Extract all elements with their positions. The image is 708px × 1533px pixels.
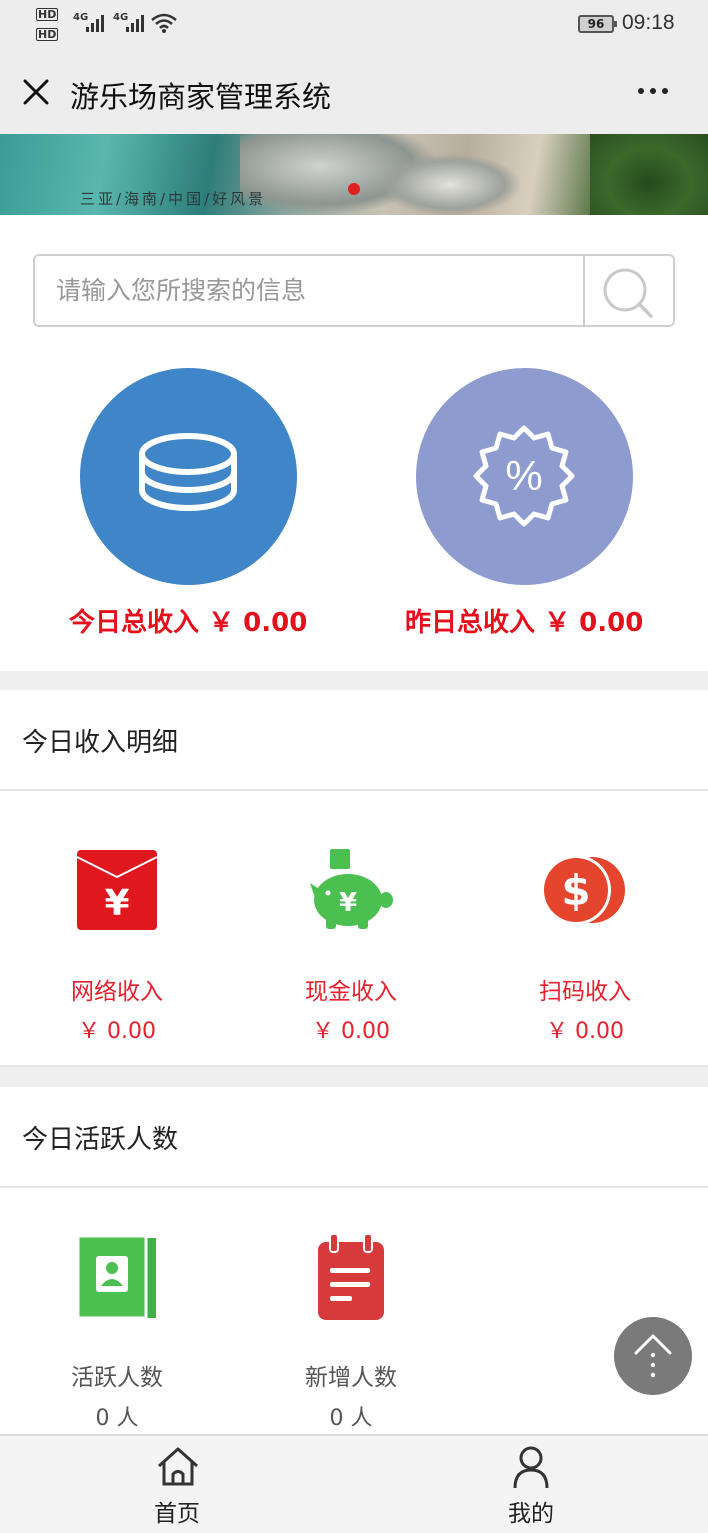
yesterday-income-value: ￥ 0.00 bbox=[544, 608, 644, 638]
clock: 09:18 bbox=[622, 11, 675, 34]
active-users-label: 活跃人数 bbox=[71, 1365, 163, 1391]
cash-income-label: 现金收入 bbox=[305, 979, 397, 1005]
network-income-label: 网络收入 bbox=[71, 979, 163, 1005]
today-income-label: 今日总收入 bbox=[69, 608, 200, 638]
today-income-value: ￥ 0.00 bbox=[208, 608, 308, 638]
svg-text:¥: ¥ bbox=[339, 888, 357, 918]
more-menu-icon[interactable] bbox=[638, 88, 678, 98]
new-users-label: 新增人数 bbox=[305, 1365, 397, 1391]
tab-mine-label: 我的 bbox=[508, 1501, 554, 1527]
back-to-top-button[interactable] bbox=[614, 1317, 692, 1395]
page-title: 游乐场商家管理系统 bbox=[70, 80, 332, 114]
search-button[interactable] bbox=[583, 256, 673, 325]
active-users-value: 0 人 bbox=[95, 1406, 139, 1431]
hd-icon: HD bbox=[36, 28, 59, 41]
scan-income-label: 扫码收入 bbox=[539, 979, 631, 1005]
cash-income-value: ￥ 0.00 bbox=[312, 1019, 390, 1044]
network-income-value: ￥ 0.00 bbox=[78, 1019, 156, 1044]
divider bbox=[0, 789, 708, 791]
carousel-indicator[interactable] bbox=[348, 183, 360, 195]
yesterday-income-circle[interactable]: % bbox=[416, 368, 633, 585]
divider bbox=[0, 1186, 708, 1188]
status-bar: HD HD 4G 4G 96 09:18 bbox=[0, 0, 708, 50]
tab-home[interactable]: 首页 bbox=[117, 1436, 237, 1533]
search-icon bbox=[603, 268, 653, 318]
bottom-tab-bar: 首页 我的 bbox=[0, 1434, 708, 1533]
battery-indicator: 96 bbox=[578, 15, 617, 33]
section-divider bbox=[0, 1067, 708, 1087]
today-income-circle[interactable] bbox=[80, 368, 297, 585]
wifi-icon bbox=[151, 13, 177, 33]
svg-text:¥: ¥ bbox=[104, 883, 129, 924]
coin-stack-icon bbox=[139, 433, 237, 511]
nav-bar: 游乐场商家管理系统 bbox=[0, 50, 708, 134]
search-input[interactable] bbox=[35, 256, 583, 325]
banner-image[interactable]: 三亚/海南/中国/好风景 bbox=[0, 134, 708, 215]
dollar-coins-icon[interactable]: $ bbox=[538, 845, 628, 935]
notepad-icon[interactable] bbox=[306, 1232, 396, 1322]
contact-card-icon[interactable] bbox=[72, 1232, 162, 1322]
svg-text:$: $ bbox=[561, 866, 590, 915]
yesterday-total-income: 昨日总收入 ￥ 0.00 bbox=[405, 602, 643, 639]
income-section-title: 今日收入明细 bbox=[22, 728, 179, 758]
close-icon[interactable] bbox=[20, 76, 52, 108]
hd-icon: HD bbox=[36, 8, 59, 21]
scan-income-value: ￥ 0.00 bbox=[546, 1019, 624, 1044]
tab-mine[interactable]: 我的 bbox=[471, 1436, 591, 1533]
tab-home-label: 首页 bbox=[154, 1501, 200, 1527]
home-icon bbox=[157, 1447, 199, 1486]
today-total-income: 今日总收入 ￥ 0.00 bbox=[69, 602, 307, 639]
red-envelope-icon[interactable]: ¥ bbox=[72, 845, 162, 935]
new-users-value: 0 人 bbox=[329, 1406, 373, 1431]
arrow-up-icon bbox=[634, 1334, 672, 1378]
svg-text:%: % bbox=[505, 452, 542, 499]
active-section-title: 今日活跃人数 bbox=[22, 1125, 179, 1155]
discount-badge-icon: % bbox=[473, 425, 575, 527]
piggy-bank-icon[interactable]: ¥ bbox=[306, 845, 396, 935]
signal-icon bbox=[126, 14, 144, 32]
signal-icon bbox=[86, 14, 104, 32]
section-divider bbox=[0, 671, 708, 690]
search-bar bbox=[33, 254, 675, 327]
banner-caption: 三亚/海南/中国/好风景 bbox=[80, 190, 267, 208]
user-icon bbox=[513, 1446, 549, 1489]
yesterday-income-label: 昨日总收入 bbox=[405, 608, 536, 638]
